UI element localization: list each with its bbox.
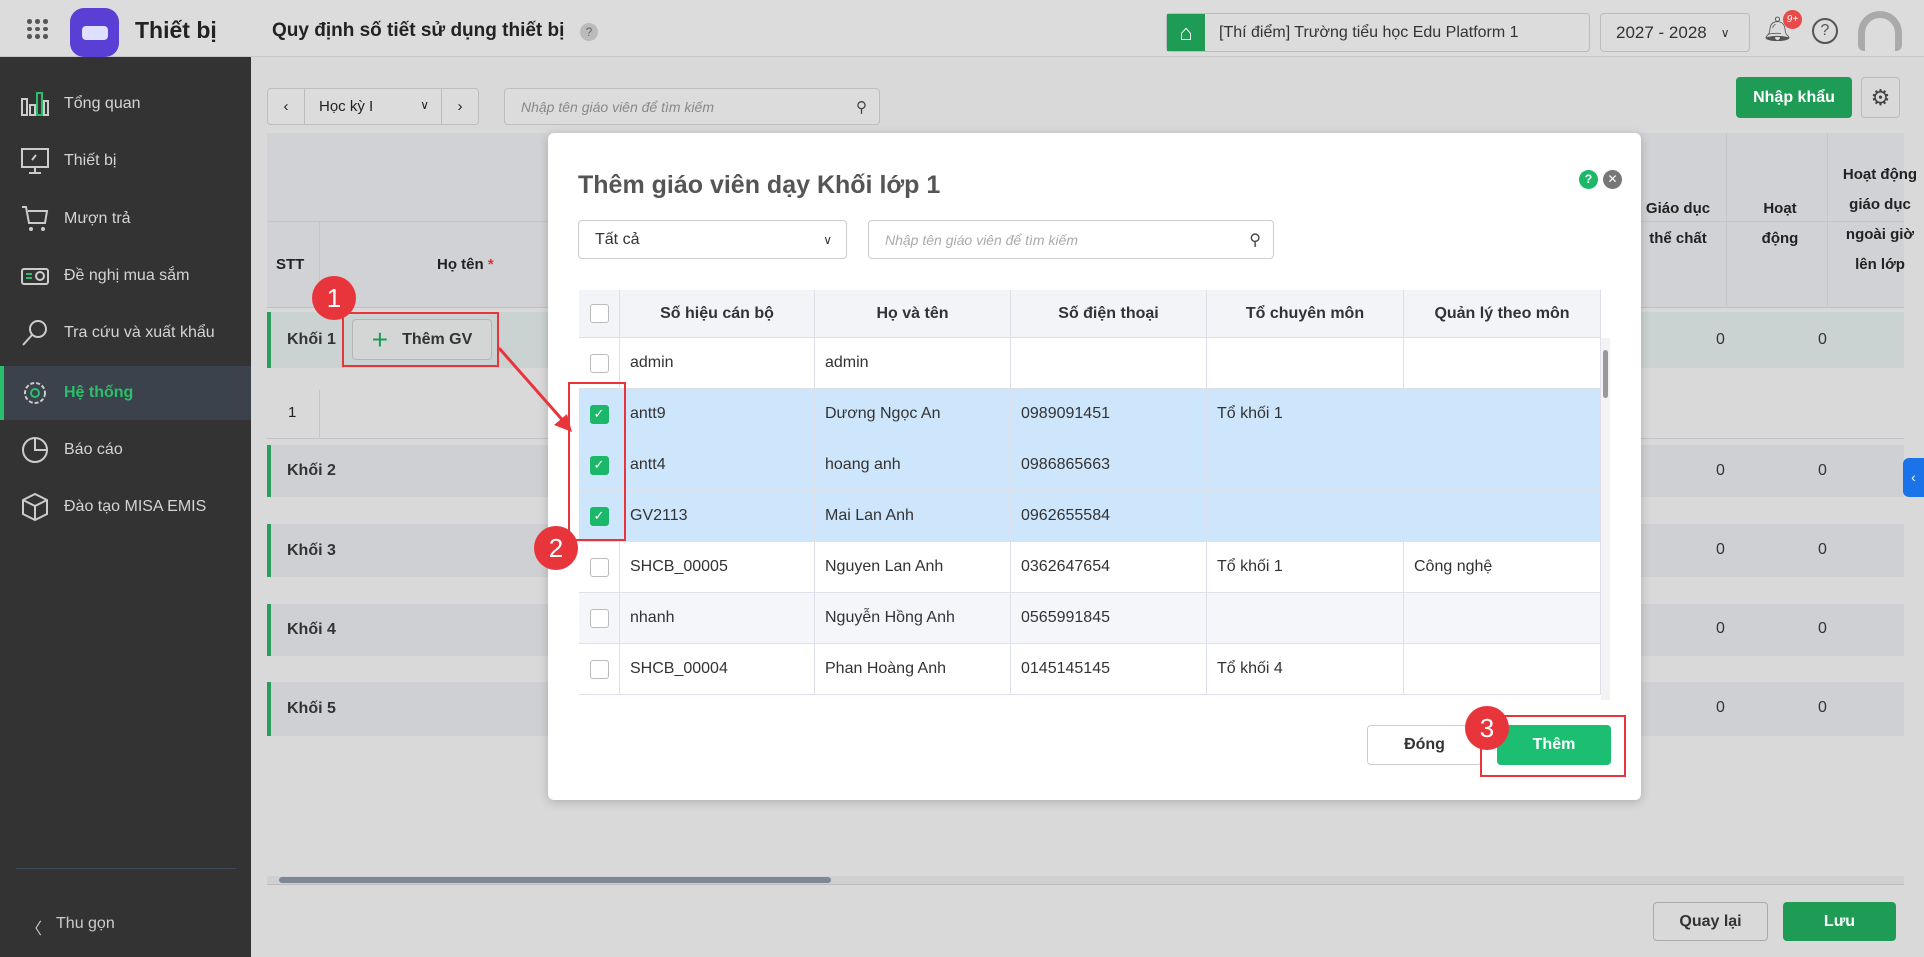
annotation-arrow	[497, 347, 572, 432]
annotation-badge-2: 2	[534, 526, 578, 570]
annotation-box-2	[568, 382, 626, 541]
annotation-badge-3: 3	[1465, 706, 1509, 750]
